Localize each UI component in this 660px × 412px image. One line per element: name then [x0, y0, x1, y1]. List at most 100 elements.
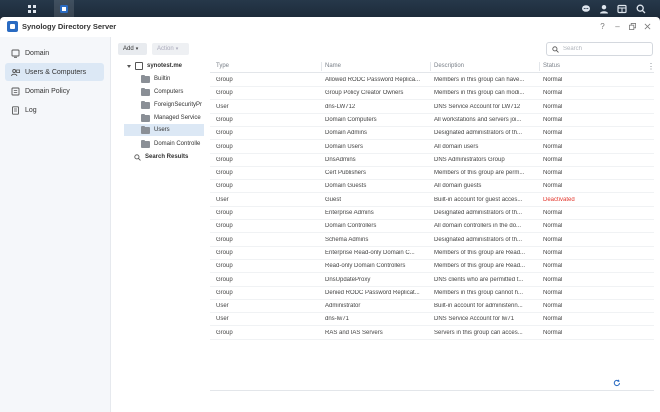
cell-name: Administrator: [325, 303, 361, 310]
tree-item-domain-controllers[interactable]: Domain Controlle: [141, 138, 209, 150]
cell-description: Members of this group are Read...: [434, 263, 526, 270]
cell-name: RAS and IAS Servers: [325, 329, 383, 336]
table-row[interactable]: Group Cert Publishers Members of this grou…: [210, 167, 654, 181]
table-row[interactable]: Group Read-only Domain Controllers Members…: [210, 260, 654, 274]
widgets-button[interactable]: [612, 0, 632, 17]
tree-item-managed-service[interactable]: Managed Service: [141, 112, 209, 124]
refresh-icon[interactable]: [613, 379, 621, 387]
table-row[interactable]: User Guest Built-in account for guest acce…: [210, 194, 654, 207]
cell-name: Domain Computers: [325, 116, 377, 123]
tree-item-label: Users: [154, 127, 170, 133]
tree-item-label: Builtin: [154, 76, 171, 82]
cell-name: Schema Admins: [325, 236, 369, 243]
cell-status: Normal: [543, 276, 563, 283]
table-row[interactable]: Group Allowed RODC Password Replica... Mem…: [210, 74, 654, 87]
help-button[interactable]: ?: [597, 21, 608, 32]
cell-description: Members in this group can modi...: [434, 90, 525, 97]
cell-status: Normal: [543, 316, 563, 323]
cell-name: dns-LW712: [325, 103, 356, 110]
column-header-type[interactable]: Type: [216, 63, 229, 69]
column-divider[interactable]: [430, 62, 431, 71]
table-row[interactable]: Group Domain Guests All domain guests Norma…: [210, 180, 654, 194]
cell-description: Members in this group can have...: [434, 77, 525, 83]
cell-description: DNS Administrators Group: [434, 156, 505, 163]
table-row[interactable]: User dns-lw71 DNS Service Account for lw71…: [210, 313, 654, 327]
search-icon: [636, 4, 646, 13]
cell-status: Normal: [543, 223, 563, 230]
column-divider[interactable]: [321, 62, 322, 71]
cell-type: Group: [216, 116, 233, 123]
table-row[interactable]: User Administrator Built-in account for ad…: [210, 300, 654, 314]
table-row[interactable]: Group RAS and IAS Servers Servers in this …: [210, 327, 654, 340]
cell-name: Domain Controllers: [325, 223, 377, 230]
cell-name: Denied RODC Password Replicat...: [325, 289, 420, 296]
table-row[interactable]: Group Enterprise Admins Designated adminis…: [210, 207, 654, 220]
cell-status: Normal: [543, 210, 563, 216]
tree-item-users[interactable]: Users: [124, 124, 204, 136]
tree-search-results[interactable]: Search Results: [134, 151, 209, 163]
cell-name: Domain Admins: [325, 130, 368, 137]
table-row[interactable]: Group DnsAdmins DNS Administrators Group No…: [210, 154, 654, 167]
taskbar-app-directory-server[interactable]: [54, 0, 74, 17]
cell-name: DnsAdmins: [325, 156, 356, 163]
table-row[interactable]: User dns-LW712 DNS Service Account for LW7…: [210, 101, 654, 114]
cell-type: Group: [216, 223, 233, 230]
search-field[interactable]: [546, 42, 653, 56]
chat-button[interactable]: [576, 0, 596, 17]
taskbar: [0, 0, 660, 17]
users-computers-icon: [11, 68, 20, 77]
cell-type: Group: [216, 263, 233, 270]
table-row[interactable]: Group Denied RODC Password Replicat... Mem…: [210, 287, 654, 300]
column-menu-icon[interactable]: ⋮: [647, 62, 655, 71]
tree-item-computers[interactable]: Computers: [141, 86, 209, 98]
tree-item-foreign-security[interactable]: ForeignSecurityPr: [141, 99, 209, 111]
minimize-button[interactable]: –: [612, 21, 623, 32]
cell-name: DnsUpdateProxy: [325, 276, 371, 283]
table-row[interactable]: Group Domain Users All domain users Normal: [210, 141, 654, 154]
close-button[interactable]: [642, 21, 653, 32]
table-row[interactable]: Group Enterprise Read-only Domain C... Mem…: [210, 247, 654, 260]
restore-button[interactable]: [627, 21, 638, 32]
nav-item-domain-policy[interactable]: Domain Policy: [5, 82, 104, 100]
window-title: Synology Directory Server: [22, 22, 117, 31]
table-row[interactable]: Group Domain Admins Designated administrat…: [210, 127, 654, 141]
cell-type: Group: [216, 170, 233, 177]
table-row[interactable]: Group DnsUpdateProxy DNS clients who are p…: [210, 274, 654, 287]
cell-status: Normal: [543, 329, 563, 336]
chevron-down-icon: ▾: [135, 46, 139, 52]
tree-item-label: Domain Controlle: [154, 141, 201, 147]
column-header-description[interactable]: Description: [434, 63, 464, 69]
nav-item-domain[interactable]: Domain: [5, 44, 104, 62]
cell-type: Group: [216, 143, 233, 150]
search-input[interactable]: [563, 46, 643, 52]
action-button[interactable]: Action ▾: [152, 43, 189, 55]
users-table: Type Name Description Status ⋮ Group Allo…: [210, 60, 655, 404]
folder-icon: [141, 74, 150, 83]
table-row[interactable]: Group Schema Admins Designated administrat…: [210, 234, 654, 247]
cell-status: Normal: [543, 170, 563, 177]
user-button[interactable]: [594, 0, 614, 17]
table-row[interactable]: Group Domain Controllers All domain contro…: [210, 220, 654, 234]
cell-description: Built-in account for guest acces...: [434, 196, 523, 203]
column-divider[interactable]: [539, 62, 540, 71]
nav-item-label: Domain Policy: [25, 87, 70, 95]
nav-item-users-computers[interactable]: Users & Computers: [5, 63, 104, 81]
cell-description: All domain controllers in the do...: [434, 223, 522, 230]
cell-type: Group: [216, 210, 233, 216]
cell-description: Designated administrators of th...: [434, 236, 523, 243]
folder-icon: [141, 113, 150, 122]
table-row[interactable]: Group Domain Computers All workstations an…: [210, 114, 654, 127]
add-button[interactable]: Add ▾: [118, 43, 147, 55]
folder-icon: [141, 139, 150, 148]
action-button-label: Action: [157, 46, 174, 52]
tree-root-domain[interactable]: synotest.me: [127, 60, 209, 72]
cell-description: All domain guests: [434, 183, 482, 190]
table-row[interactable]: Group Group Policy Creator Owners Members …: [210, 87, 654, 101]
column-header-status[interactable]: Status: [543, 63, 560, 69]
cell-type: Group: [216, 249, 233, 256]
search-taskbar-button[interactable]: [631, 0, 651, 17]
column-header-name[interactable]: Name: [325, 63, 341, 69]
tree-item-builtin[interactable]: Builtin: [141, 73, 209, 85]
main-menu-button[interactable]: [22, 0, 42, 17]
nav-item-log[interactable]: Log: [5, 101, 104, 119]
